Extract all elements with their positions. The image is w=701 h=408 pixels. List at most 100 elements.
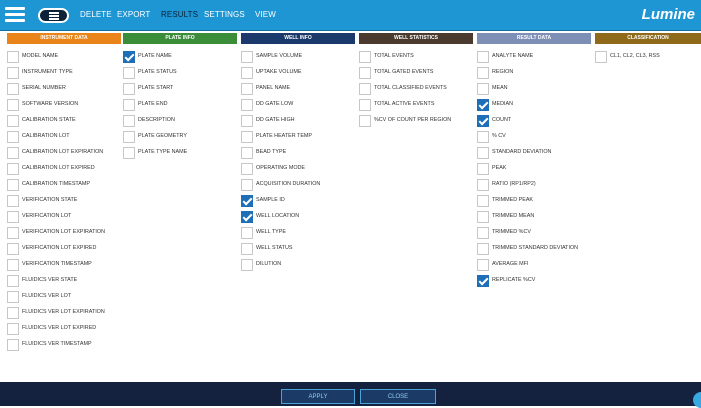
checkbox[interactable]: [241, 115, 253, 127]
checkbox[interactable]: [477, 163, 489, 175]
checkbox[interactable]: [359, 115, 371, 127]
checkbox[interactable]: [7, 243, 19, 255]
checkbox[interactable]: [123, 83, 135, 95]
field-row[interactable]: PLATE HEATER TEMP: [241, 129, 355, 145]
field-row[interactable]: SERIAL NUMBER: [7, 81, 121, 97]
checkbox[interactable]: [7, 307, 19, 319]
field-row[interactable]: PLATE START: [123, 81, 237, 97]
checkbox[interactable]: [477, 211, 489, 223]
checkbox[interactable]: [123, 131, 135, 143]
checkbox[interactable]: [241, 179, 253, 191]
field-row[interactable]: WELL TYPE: [241, 225, 355, 241]
field-row[interactable]: % CV: [477, 129, 591, 145]
checkbox[interactable]: [477, 195, 489, 207]
checkbox[interactable]: [7, 179, 19, 191]
checkbox[interactable]: [477, 243, 489, 255]
checkbox-checked[interactable]: [477, 115, 489, 127]
nav-delete[interactable]: DELETE: [80, 10, 112, 19]
field-row[interactable]: MODEL NAME: [7, 49, 121, 65]
field-row[interactable]: SAMPLE ID: [241, 193, 355, 209]
nav-settings[interactable]: SETTINGS: [204, 10, 245, 19]
checkbox-checked[interactable]: [241, 195, 253, 207]
field-row[interactable]: WELL STATUS: [241, 241, 355, 257]
field-row[interactable]: REPLICATE %CV: [477, 273, 591, 289]
field-row[interactable]: VERIFICATION TIMESTAMP: [7, 257, 121, 273]
field-row[interactable]: CL1, CL2, CL3, RSS: [595, 49, 701, 65]
checkbox[interactable]: [241, 99, 253, 111]
field-row[interactable]: TOTAL EVENTS: [359, 49, 473, 65]
field-row[interactable]: AVERAGE MFI: [477, 257, 591, 273]
checkbox[interactable]: [7, 339, 19, 351]
checkbox[interactable]: [477, 227, 489, 239]
field-row[interactable]: FLUIDICS VER LOT EXPIRATION: [7, 305, 121, 321]
field-row[interactable]: ACQUISITION DURATION: [241, 177, 355, 193]
checkbox[interactable]: [7, 83, 19, 95]
field-row[interactable]: PLATE GEOMETRY: [123, 129, 237, 145]
checkbox[interactable]: [241, 259, 253, 271]
field-row[interactable]: MEAN: [477, 81, 591, 97]
nav-results[interactable]: RESULTS: [161, 10, 198, 19]
field-row[interactable]: TRIMMED %CV: [477, 225, 591, 241]
field-row[interactable]: REGION: [477, 65, 591, 81]
field-row[interactable]: TRIMMED STANDARD DEVIATION: [477, 241, 591, 257]
field-row[interactable]: WELL LOCATION: [241, 209, 355, 225]
checkbox[interactable]: [7, 51, 19, 63]
checkbox-checked[interactable]: [477, 275, 489, 287]
hamburger-menu-icon[interactable]: [5, 7, 25, 23]
field-row[interactable]: PLATE NAME: [123, 49, 237, 65]
checkbox[interactable]: [123, 115, 135, 127]
checkbox[interactable]: [595, 51, 607, 63]
field-row[interactable]: BEAD TYPE: [241, 145, 355, 161]
field-row[interactable]: TOTAL GATED EVENTS: [359, 65, 473, 81]
field-row[interactable]: TRIMMED PEAK: [477, 193, 591, 209]
checkbox[interactable]: [123, 147, 135, 159]
field-row[interactable]: DD GATE HIGH: [241, 113, 355, 129]
field-row[interactable]: CALIBRATION LOT EXPIRED: [7, 161, 121, 177]
checkbox[interactable]: [7, 323, 19, 335]
checkbox[interactable]: [477, 179, 489, 191]
field-row[interactable]: TOTAL ACTIVE EVENTS: [359, 97, 473, 113]
checkbox[interactable]: [477, 131, 489, 143]
checkbox[interactable]: [241, 147, 253, 159]
checkbox[interactable]: [7, 227, 19, 239]
field-row[interactable]: VERIFICATION STATE: [7, 193, 121, 209]
field-row[interactable]: VERIFICATION LOT: [7, 209, 121, 225]
checkbox[interactable]: [7, 131, 19, 143]
field-row[interactable]: FLUIDICS VER TIMESTAMP: [7, 337, 121, 353]
checkbox[interactable]: [359, 83, 371, 95]
field-row[interactable]: PLATE STATUS: [123, 65, 237, 81]
checkbox[interactable]: [241, 163, 253, 175]
checkbox[interactable]: [477, 67, 489, 79]
checkbox[interactable]: [241, 51, 253, 63]
checkbox-checked[interactable]: [123, 51, 135, 63]
checkbox[interactable]: [477, 147, 489, 159]
field-row[interactable]: CALIBRATION LOT EXPIRATION: [7, 145, 121, 161]
field-row[interactable]: VERIFICATION LOT EXPIRED: [7, 241, 121, 257]
checkbox[interactable]: [7, 259, 19, 271]
field-row[interactable]: CALIBRATION STATE: [7, 113, 121, 129]
checkbox[interactable]: [477, 83, 489, 95]
field-row[interactable]: MEDIAN: [477, 97, 591, 113]
checkbox[interactable]: [241, 243, 253, 255]
checkbox[interactable]: [7, 195, 19, 207]
checkbox[interactable]: [7, 291, 19, 303]
checkbox[interactable]: [359, 51, 371, 63]
field-row[interactable]: DILUTION: [241, 257, 355, 273]
checkbox[interactable]: [7, 99, 19, 111]
checkbox-checked[interactable]: [477, 99, 489, 111]
checkbox[interactable]: [123, 67, 135, 79]
field-row[interactable]: PANEL NAME: [241, 81, 355, 97]
nav-export[interactable]: EXPORT: [117, 10, 150, 19]
checkbox[interactable]: [359, 99, 371, 111]
field-row[interactable]: COUNT: [477, 113, 591, 129]
field-row[interactable]: DD GATE LOW: [241, 97, 355, 113]
field-row[interactable]: PLATE END: [123, 97, 237, 113]
field-row[interactable]: TOTAL CLASSIFIED EVENTS: [359, 81, 473, 97]
field-row[interactable]: %CV OF COUNT PER REGION: [359, 113, 473, 129]
field-row[interactable]: CALIBRATION TIMESTAMP: [7, 177, 121, 193]
close-button[interactable]: CLOSE: [360, 389, 436, 404]
list-menu-icon[interactable]: [38, 8, 69, 23]
field-row[interactable]: PEAK: [477, 161, 591, 177]
checkbox[interactable]: [359, 67, 371, 79]
field-row[interactable]: UPTAKE VOLUME: [241, 65, 355, 81]
